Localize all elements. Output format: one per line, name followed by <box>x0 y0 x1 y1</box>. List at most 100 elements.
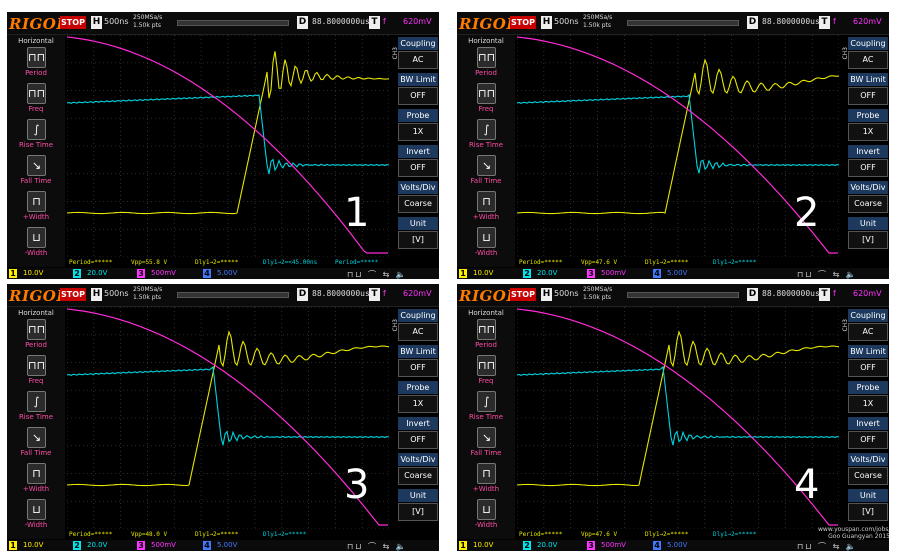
menu-value[interactable]: 1X <box>848 395 888 413</box>
menu-value[interactable]: [V] <box>848 231 888 249</box>
channel-3-badge[interactable]: 3 <box>137 269 145 278</box>
menu-invert[interactable]: Invert OFF <box>398 417 438 450</box>
run-stop-indicator[interactable]: STOP <box>510 288 536 301</box>
menu-item-falltime[interactable]: ↘ Fall Time <box>459 427 513 461</box>
menu-bw-limit[interactable]: BW Limit OFF <box>398 345 438 378</box>
menu-unit[interactable]: Unit [V] <box>848 489 888 522</box>
menu-bw-limit[interactable]: BW Limit OFF <box>848 73 888 106</box>
menu-item-period[interactable]: ⊓⊓ Period <box>459 319 513 353</box>
menu-item-width[interactable]: ⊓ +Width <box>459 463 513 497</box>
menu-coupling[interactable]: Coupling AC <box>398 309 438 342</box>
menu-value[interactable]: 1X <box>398 123 438 141</box>
menu-value[interactable]: 1X <box>848 123 888 141</box>
menu-unit[interactable]: Unit [V] <box>398 489 438 522</box>
menu-item-falltime[interactable]: ↘ Fall Time <box>459 155 513 189</box>
channel-1-badge[interactable]: 1 <box>459 269 467 278</box>
menu-value[interactable]: [V] <box>848 503 888 521</box>
channel-menu: CH3 Coupling AC BW Limit OFF Probe 1X Invert OF… <box>842 307 889 539</box>
menu-item-freq[interactable]: ⊓⊓ Freq <box>9 83 63 117</box>
vpp-readout: Vpp=48.0 V <box>131 531 168 538</box>
menu-volts-div[interactable]: Volts/Div Coarse <box>398 453 438 486</box>
menu-item-width[interactable]: ⊔ -Width <box>459 227 513 261</box>
channel-2-badge[interactable]: 2 <box>523 541 531 550</box>
channel-2-badge[interactable]: 2 <box>73 541 81 550</box>
menu-item-freq[interactable]: ⊓⊓ Freq <box>459 355 513 389</box>
menu-item-width[interactable]: ⊓ +Width <box>9 191 63 225</box>
menu-unit[interactable]: Unit [V] <box>848 217 888 250</box>
menu-coupling[interactable]: Coupling AC <box>848 37 888 70</box>
channel-4-badge[interactable]: 4 <box>203 541 211 550</box>
menu-volts-div[interactable]: Volts/Div Coarse <box>848 181 888 214</box>
menu-item-period[interactable]: ⊓⊓ Period <box>9 319 63 353</box>
channel-4-badge[interactable]: 4 <box>653 541 661 550</box>
channel-1-badge[interactable]: 1 <box>9 541 17 550</box>
menu-item-width[interactable]: ⊔ -Width <box>459 499 513 533</box>
menu-value[interactable]: AC <box>398 323 438 341</box>
menu-item-period[interactable]: ⊓⊓ Period <box>459 47 513 81</box>
menu-value[interactable]: 1X <box>398 395 438 413</box>
scope-screen-1: RIGOL STOP H 500ns 250MSa/s 1.50k pts D 8… <box>7 12 439 279</box>
run-stop-indicator[interactable]: STOP <box>60 288 86 301</box>
menu-coupling[interactable]: Coupling AC <box>398 37 438 70</box>
menu-value[interactable]: Coarse <box>398 467 438 485</box>
menu-probe[interactable]: Probe 1X <box>848 109 888 142</box>
menu-value[interactable]: AC <box>398 51 438 69</box>
menu-value[interactable]: OFF <box>848 159 888 177</box>
menu-item-risetime[interactable]: ∫ Rise Time <box>9 391 63 425</box>
menu-heading: Invert <box>398 145 438 158</box>
menu-invert[interactable]: Invert OFF <box>848 145 888 178</box>
menu-value[interactable]: OFF <box>398 359 438 377</box>
horizontal-label: H <box>541 288 552 301</box>
menu-heading: Unit <box>398 489 438 502</box>
menu-probe[interactable]: Probe 1X <box>398 109 438 142</box>
menu-value[interactable]: OFF <box>848 359 888 377</box>
menu-volts-div[interactable]: Volts/Div Coarse <box>398 181 438 214</box>
menu-item-width[interactable]: ⊔ -Width <box>9 499 63 533</box>
menu-item-falltime[interactable]: ↘ Fall Time <box>9 427 63 461</box>
menu-item-freq[interactable]: ⊓⊓ Freq <box>459 83 513 117</box>
menu-item-risetime[interactable]: ∫ Rise Time <box>459 119 513 153</box>
menu-invert[interactable]: Invert OFF <box>848 417 888 450</box>
menu-value[interactable]: Coarse <box>848 195 888 213</box>
run-stop-indicator[interactable]: STOP <box>510 16 536 29</box>
menu-value[interactable]: OFF <box>848 431 888 449</box>
menu-value[interactable]: AC <box>848 323 888 341</box>
menu-item-width[interactable]: ⊔ -Width <box>9 227 63 261</box>
menu-value[interactable]: [V] <box>398 231 438 249</box>
menu-item-freq[interactable]: ⊓⊓ Freq <box>9 355 63 389</box>
channel-3-badge[interactable]: 3 <box>587 269 595 278</box>
channel-3-badge[interactable]: 3 <box>587 541 595 550</box>
channel-1-badge[interactable]: 1 <box>459 541 467 550</box>
menu-probe[interactable]: Probe 1X <box>848 381 888 414</box>
menu-item-period[interactable]: ⊓⊓ Period <box>9 47 63 81</box>
menu-item-risetime[interactable]: ∫ Rise Time <box>459 391 513 425</box>
menu-unit[interactable]: Unit [V] <box>398 217 438 250</box>
channel-3-badge[interactable]: 3 <box>137 541 145 550</box>
channel-2-badge[interactable]: 2 <box>73 269 81 278</box>
menu-value[interactable]: OFF <box>398 159 438 177</box>
menu-value[interactable]: OFF <box>398 87 438 105</box>
channel-4-badge[interactable]: 4 <box>203 269 211 278</box>
menu-invert[interactable]: Invert OFF <box>398 145 438 178</box>
menu-bw-limit[interactable]: BW Limit OFF <box>398 73 438 106</box>
menu-value[interactable]: OFF <box>848 87 888 105</box>
menu-item-width[interactable]: ⊓ +Width <box>459 191 513 225</box>
trigger-edge-icon: f <box>383 289 386 298</box>
menu-bw-limit[interactable]: BW Limit OFF <box>848 345 888 378</box>
run-stop-indicator[interactable]: STOP <box>60 16 86 29</box>
menu-item-width[interactable]: ⊓ +Width <box>9 463 63 497</box>
menu-probe[interactable]: Probe 1X <box>398 381 438 414</box>
channel-2-badge[interactable]: 2 <box>523 269 531 278</box>
menu-value[interactable]: OFF <box>398 431 438 449</box>
menu-coupling[interactable]: Coupling AC <box>848 309 888 342</box>
menu-item-risetime[interactable]: ∫ Rise Time <box>9 119 63 153</box>
menu-value[interactable]: Coarse <box>848 467 888 485</box>
channel-1-badge[interactable]: 1 <box>9 269 17 278</box>
menu-value[interactable]: Coarse <box>398 195 438 213</box>
menu-value[interactable]: AC <box>848 51 888 69</box>
channel-4-badge[interactable]: 4 <box>653 269 661 278</box>
menu-value[interactable]: [V] <box>398 503 438 521</box>
menu-item-falltime[interactable]: ↘ Fall Time <box>9 155 63 189</box>
menu-label: +Width <box>472 213 500 221</box>
menu-volts-div[interactable]: Volts/Div Coarse <box>848 453 888 486</box>
